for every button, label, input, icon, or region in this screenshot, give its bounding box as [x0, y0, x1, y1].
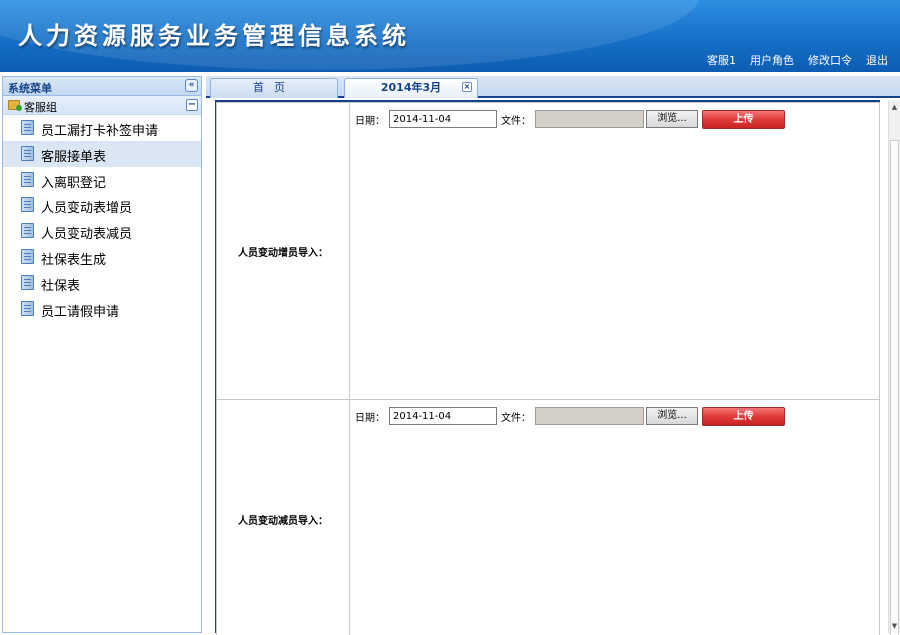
sidebar-item-label: 社保表生成 [41, 252, 107, 268]
document-icon [21, 248, 34, 264]
date-label: 日期： [355, 412, 385, 424]
upload-form: 日期： 文件： 浏览... 上传 [355, 109, 879, 129]
scroll-down-icon[interactable]: ▼ [889, 619, 900, 633]
sidebar-item-label: 入离职登记 [41, 175, 107, 191]
user-role-link[interactable]: 用户角色 [750, 52, 794, 68]
date-field[interactable] [389, 407, 497, 425]
document-icon [21, 274, 34, 290]
sidebar: 系统菜单 « 客服组 − 员工漏打卡补签申请 客服接单表 入离职登记 人员变动表… [2, 76, 202, 633]
app-header: 人力资源服务业务管理信息系统 客服1 用户角色 修改口令 退出 [0, 0, 900, 72]
close-icon[interactable]: × [462, 82, 472, 92]
browse-button[interactable]: 浏览... [646, 110, 698, 128]
sidebar-item-leave-request[interactable]: 员工请假申请 [3, 296, 201, 322]
sidebar-item-label: 人员变动表减员 [41, 227, 133, 243]
sidebar-item-social-security-generate[interactable]: 社保表生成 [3, 244, 201, 270]
double-chevron-left-icon[interactable]: « [185, 79, 198, 92]
logout-link[interactable]: 退出 [866, 52, 888, 68]
import-form-table: 人员变动增员导入： 日期： 文件： 浏览... 上传 人员变动减员导入： 日期：… [216, 102, 880, 635]
sidebar-item-staff-increase[interactable]: 人员变动表增员 [3, 192, 201, 218]
header-links: 客服1 用户角色 修改口令 退出 [707, 52, 888, 68]
sidebar-item-label: 社保表 [41, 278, 81, 294]
date-field[interactable] [389, 110, 497, 128]
section-label: 人员变动减员导入： [216, 399, 350, 635]
tab-bar: 首页 2014年3月 × [206, 76, 900, 98]
app-title: 人力资源服务业务管理信息系统 [18, 22, 410, 50]
file-path-field[interactable] [535, 407, 644, 425]
collapse-group-icon[interactable]: − [186, 99, 198, 111]
sidebar-item-staff-decrease[interactable]: 人员变动表减员 [3, 218, 201, 244]
sidebar-item-label: 员工漏打卡补签申请 [41, 124, 159, 139]
tab-label: 2014年3月 [380, 81, 442, 94]
menu-group-header[interactable]: 客服组 − [3, 96, 201, 115]
section-label: 人员变动增员导入： [216, 102, 350, 400]
upload-cell: 日期： 文件： 浏览... 上传 [349, 399, 880, 635]
document-icon [21, 171, 34, 187]
main-content: 人员变动增员导入： 日期： 文件： 浏览... 上传 人员变动减员导入： 日期：… [215, 100, 880, 635]
upload-cell: 日期： 文件： 浏览... 上传 [349, 102, 880, 400]
scroll-up-icon[interactable]: ▲ [889, 100, 900, 114]
folder-icon [8, 100, 22, 111]
tab-home[interactable]: 首页 [210, 78, 338, 98]
document-icon [21, 300, 34, 316]
change-password-link[interactable]: 修改口令 [808, 52, 852, 68]
sidebar-title: 系统菜单 [8, 82, 52, 95]
sidebar-item-social-security-table[interactable]: 社保表 [3, 270, 201, 296]
sidebar-item-punch-card-supplement[interactable]: 员工漏打卡补签申请 [3, 115, 201, 141]
file-label: 文件： [501, 412, 531, 424]
sidebar-header: 系统菜单 « [3, 77, 201, 96]
upload-form: 日期： 文件： 浏览... 上传 [355, 406, 879, 426]
table-row: 人员变动减员导入： 日期： 文件： 浏览... 上传 [216, 399, 880, 635]
document-icon [21, 120, 34, 135]
document-icon [21, 197, 34, 213]
tab-2014-march[interactable]: 2014年3月 × [344, 78, 478, 98]
upload-button[interactable]: 上传 [702, 406, 785, 426]
user-link[interactable]: 客服1 [707, 52, 736, 68]
vertical-scrollbar[interactable]: ▲ ▼ [888, 100, 900, 635]
table-row: 人员变动增员导入： 日期： 文件： 浏览... 上传 [216, 102, 880, 400]
scroll-thumb[interactable] [890, 140, 899, 635]
sidebar-item-onboarding-registration[interactable]: 入离职登记 [3, 167, 201, 193]
browse-button[interactable]: 浏览... [646, 407, 698, 425]
sidebar-item-customer-orders[interactable]: 客服接单表 [3, 140, 201, 167]
menu-group-label: 客服组 [24, 101, 57, 114]
date-label: 日期： [355, 115, 385, 127]
sidebar-item-label: 员工请假申请 [41, 304, 120, 320]
document-icon [21, 223, 34, 239]
upload-button[interactable]: 上传 [702, 109, 785, 129]
sidebar-item-label: 客服接单表 [41, 149, 107, 165]
document-icon [21, 145, 34, 161]
sidebar-item-label: 人员变动表增员 [41, 201, 133, 217]
file-path-field[interactable] [535, 110, 644, 128]
file-label: 文件： [501, 115, 531, 127]
